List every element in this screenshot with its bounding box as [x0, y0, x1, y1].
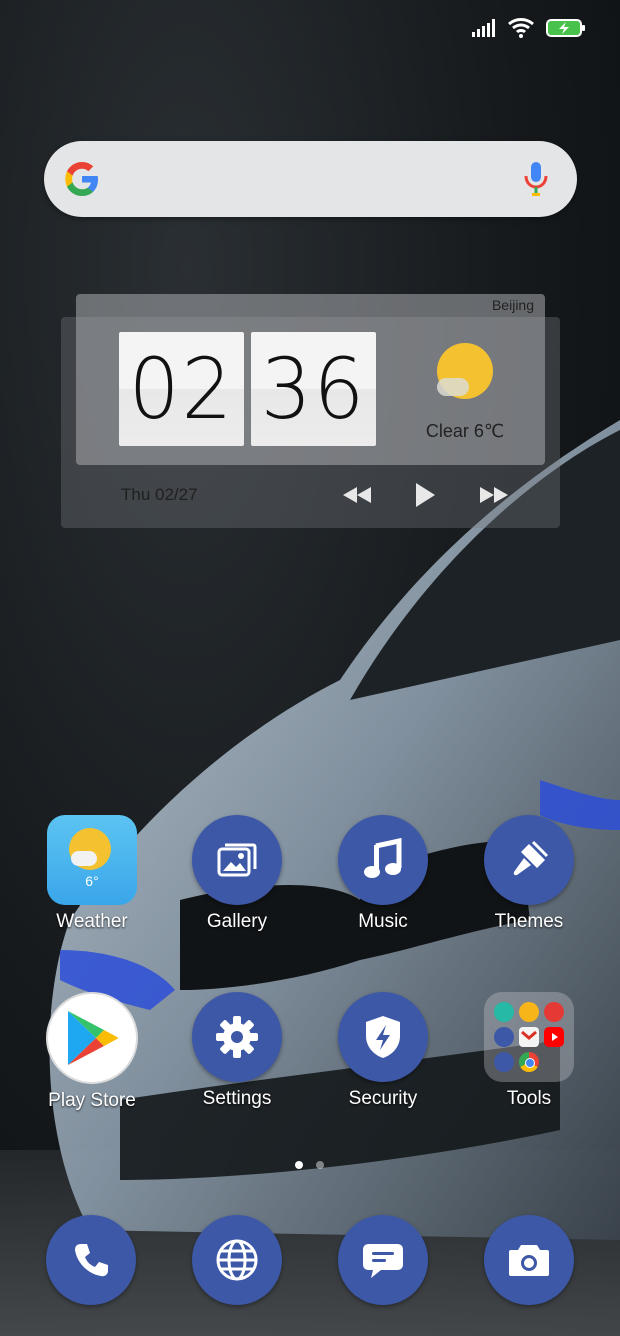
gmail-mini-icon: [519, 1027, 539, 1047]
app-label: Security: [348, 1088, 418, 1109]
cloud-icon: [437, 378, 469, 396]
folder-icon: [484, 992, 574, 1082]
camera-icon: [484, 1215, 574, 1305]
page-indicator-dot[interactable]: [316, 1161, 324, 1169]
page-indicator-dot-active[interactable]: [295, 1161, 303, 1169]
wifi-icon: [508, 18, 534, 38]
browser-icon: [192, 1215, 282, 1305]
home-screen: Beijing 02 36 Clear 6℃ Thu 02/27 6° Weat…: [0, 0, 620, 1336]
weather-app-temp: 6°: [85, 873, 99, 889]
mic-icon[interactable]: [523, 161, 549, 197]
city-label: Beijing: [491, 297, 534, 313]
app-themes[interactable]: Themes: [459, 815, 599, 933]
play-icon[interactable]: [413, 480, 437, 510]
paintbrush-icon: [484, 815, 574, 905]
app-label: Music: [358, 911, 408, 932]
youtube-mini-icon: [544, 1027, 564, 1047]
fast-forward-icon[interactable]: [477, 480, 511, 510]
dock-messages[interactable]: [313, 1215, 453, 1305]
app-label: Settings: [202, 1088, 272, 1109]
app-music[interactable]: Music: [313, 815, 453, 933]
duo-mini-icon: [494, 1052, 514, 1072]
gear-icon: [192, 992, 282, 1082]
app-settings[interactable]: Settings: [167, 992, 307, 1110]
google-search-bar[interactable]: [44, 141, 577, 217]
play-movies-mini-icon: [544, 1002, 564, 1022]
app-gallery[interactable]: Gallery: [167, 815, 307, 933]
app-label: Play Store: [48, 1090, 136, 1111]
play-store-icon: [46, 992, 138, 1084]
chrome-mini-icon: [519, 1052, 539, 1072]
music-icon: [338, 815, 428, 905]
app-tools-folder[interactable]: Tools: [459, 992, 599, 1110]
contacts-mini-icon: [494, 1027, 514, 1047]
dock-phone[interactable]: [21, 1215, 161, 1305]
minutes-card: 36: [251, 332, 376, 446]
signal-icon: [472, 19, 495, 37]
phone-icon: [46, 1215, 136, 1305]
dock-camera[interactable]: [459, 1215, 599, 1305]
app-label: Gallery: [206, 911, 268, 932]
play-games-mini-icon: [519, 1002, 539, 1022]
minutes-value: 36: [260, 340, 367, 438]
app-security[interactable]: Security: [313, 992, 453, 1110]
app-play-store[interactable]: Play Store: [22, 992, 162, 1112]
hours-card: 02: [119, 332, 244, 446]
app-label: Weather: [56, 911, 128, 932]
gallery-icon: [192, 815, 282, 905]
weather-condition: Clear 6℃: [425, 421, 505, 441]
google-logo: [65, 162, 98, 196]
rewind-icon[interactable]: [340, 480, 374, 510]
date-label: Thu 02/27: [121, 485, 198, 504]
shield-icon: [338, 992, 428, 1082]
app-label: Themes: [494, 911, 564, 932]
scanner-mini-icon: [494, 1002, 514, 1022]
dock-browser[interactable]: [167, 1215, 307, 1305]
battery-charging-icon: [546, 19, 585, 37]
app-weather[interactable]: 6° Weather: [22, 815, 162, 933]
app-label: Tools: [506, 1088, 552, 1109]
status-bar: [472, 14, 586, 42]
hours-value: 02: [128, 340, 235, 438]
messages-icon: [338, 1215, 428, 1305]
weather-app-icon: 6°: [47, 815, 137, 905]
